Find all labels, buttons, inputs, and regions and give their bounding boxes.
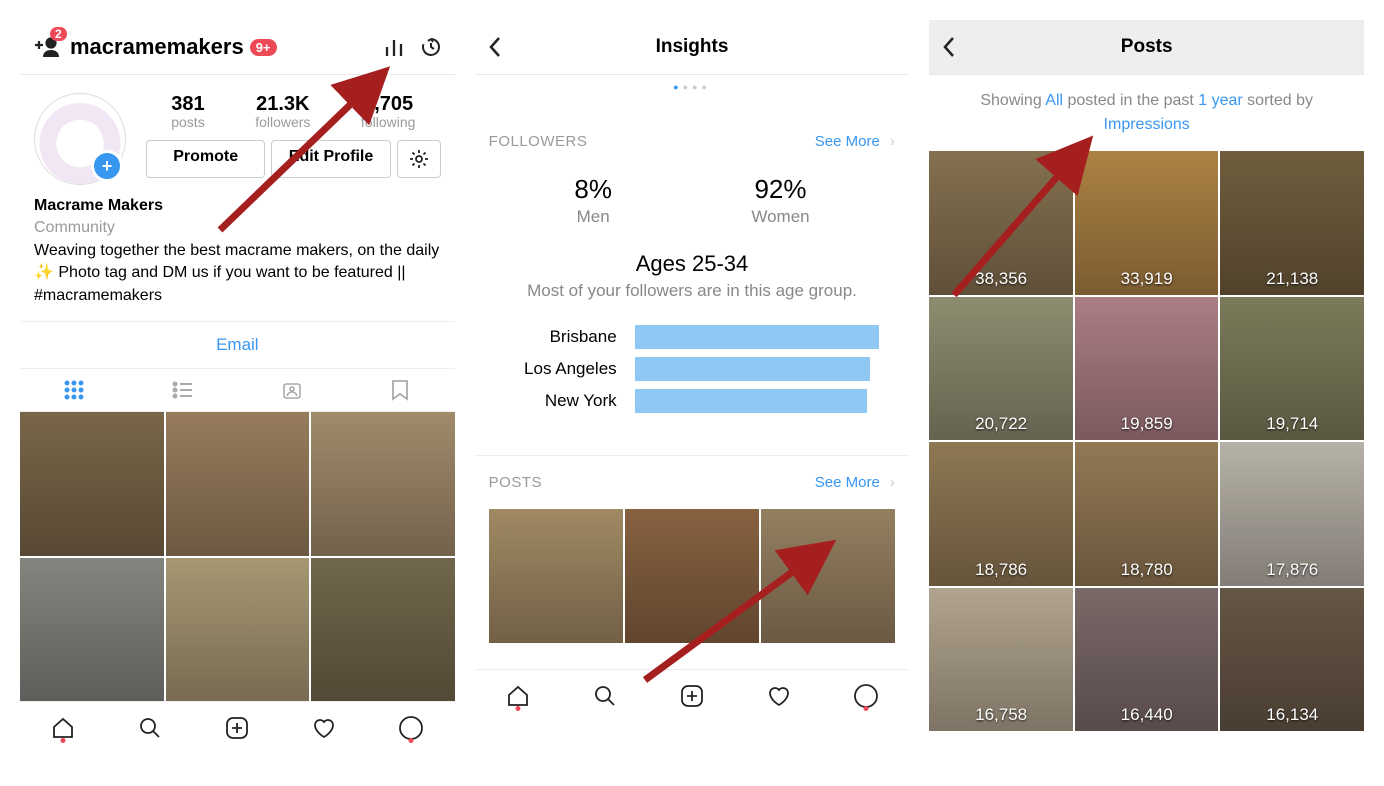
tab-list[interactable] <box>129 369 238 411</box>
post-thumb[interactable]: 21,138 <box>1220 151 1364 295</box>
impressions-count: 16,440 <box>1075 705 1219 725</box>
bottom-nav <box>20 701 455 754</box>
impressions-count: 18,786 <box>929 560 1073 580</box>
edit-profile-button[interactable]: Edit Profile <box>271 140 390 178</box>
nav-profile-icon[interactable] <box>822 683 909 709</box>
tab-tagged[interactable] <box>237 369 346 411</box>
post-thumb[interactable]: 33,919 <box>1075 151 1219 295</box>
nav-activity-icon[interactable] <box>735 683 822 709</box>
post-thumb[interactable] <box>761 509 895 643</box>
impressions-count: 19,859 <box>1075 414 1219 434</box>
tab-grid[interactable] <box>20 369 129 411</box>
impressions-count: 33,919 <box>1075 269 1219 289</box>
post-thumb[interactable] <box>20 412 164 556</box>
impressions-count: 18,780 <box>1075 560 1219 580</box>
impressions-count: 20,722 <box>929 414 1073 434</box>
nav-search-icon[interactable] <box>562 683 649 709</box>
header: Posts <box>929 20 1364 75</box>
impressions-count: 38,356 <box>929 269 1073 289</box>
post-thumb[interactable]: 18,786 <box>929 442 1073 586</box>
archive-icon[interactable] <box>419 35 443 59</box>
followers-header: FOLLOWERS See More › <box>475 115 910 168</box>
post-thumb[interactable]: 19,714 <box>1220 297 1364 441</box>
discover-people-icon[interactable]: 2 <box>32 35 62 59</box>
location-row: New York <box>475 385 910 417</box>
posts-grid: 38,35633,91921,138 20,72219,85919,714 18,7… <box>929 151 1364 731</box>
impressions-count: 21,138 <box>1220 269 1364 289</box>
username[interactable]: macramemakers <box>70 34 244 60</box>
impressions-count: 19,714 <box>1220 414 1364 434</box>
posts-header: POSTS See More › <box>475 456 910 509</box>
post-thumb[interactable]: 16,440 <box>1075 588 1219 732</box>
post-thumb[interactable]: 38,356 <box>929 151 1073 295</box>
nav-home-icon[interactable] <box>475 683 562 709</box>
gear-icon[interactable] <box>397 140 441 178</box>
post-thumb[interactable]: 17,876 <box>1220 442 1364 586</box>
seemore-followers[interactable]: See More <box>815 133 880 150</box>
impressions-count: 16,758 <box>929 705 1073 725</box>
nav-activity-icon[interactable] <box>281 715 368 741</box>
nav-add-icon[interactable] <box>194 715 281 741</box>
insights-screen: Insights ●●●● FOLLOWERS See More › 8%Men… <box>475 20 910 722</box>
posts-screen: Posts Showing All posted in the past 1 y… <box>929 20 1364 731</box>
stats-row: 381posts 21.3Kfollowers 4,705following <box>146 93 441 130</box>
header: 2 macramemakers 9+ <box>20 20 455 75</box>
bottom-nav <box>475 669 910 722</box>
page-title: Insights <box>475 36 910 58</box>
post-thumb[interactable] <box>311 412 455 556</box>
post-thumb[interactable] <box>625 509 759 643</box>
age-range: Ages 25-34 Most of your followers are in… <box>475 233 910 309</box>
post-thumb[interactable] <box>166 558 310 702</box>
tab-saved[interactable] <box>346 369 455 411</box>
page-title: Posts <box>929 36 1364 58</box>
post-thumb[interactable] <box>20 558 164 702</box>
posts-grid <box>20 412 455 701</box>
post-thumb[interactable]: 19,859 <box>1075 297 1219 441</box>
page-dots: ●●●● <box>475 82 910 92</box>
email-button[interactable]: Email <box>20 321 455 369</box>
post-thumb[interactable]: 20,722 <box>929 297 1073 441</box>
post-thumb[interactable]: 18,780 <box>1075 442 1219 586</box>
post-thumb[interactable] <box>311 558 455 702</box>
nav-search-icon[interactable] <box>107 715 194 741</box>
notification-badge[interactable]: 9+ <box>250 39 277 56</box>
post-thumb[interactable]: 16,758 <box>929 588 1073 732</box>
filter-summary[interactable]: Showing All posted in the past 1 year so… <box>929 75 1364 151</box>
avatar[interactable] <box>34 93 126 185</box>
promote-button[interactable]: Promote <box>146 140 265 178</box>
seemore-posts[interactable]: See More <box>815 474 880 491</box>
chevron-right-icon: › <box>890 474 896 491</box>
insights-icon[interactable] <box>383 36 405 58</box>
view-tabs <box>20 369 455 412</box>
post-thumb[interactable] <box>489 509 623 643</box>
location-row: Brisbane <box>475 321 910 353</box>
location-row: Los Angeles <box>475 353 910 385</box>
nav-profile-icon[interactable] <box>368 715 455 741</box>
post-previews <box>475 509 910 643</box>
impressions-count: 17,876 <box>1220 560 1364 580</box>
back-icon[interactable] <box>941 35 957 59</box>
impressions-count: 16,134 <box>1220 705 1364 725</box>
post-thumb[interactable]: 16,134 <box>1220 588 1364 732</box>
bio: Macrame Makers Community Weaving togethe… <box>20 185 455 321</box>
back-icon[interactable] <box>487 35 503 59</box>
chevron-right-icon: › <box>890 133 896 150</box>
nav-add-icon[interactable] <box>649 683 736 709</box>
header: Insights <box>475 20 910 75</box>
post-thumb[interactable] <box>166 412 310 556</box>
nav-home-icon[interactable] <box>20 715 107 741</box>
gender-split: 8%Men 92%Women <box>475 168 910 233</box>
profile-screen: 2 macramemakers 9+ 381posts 21.3Kfollowe… <box>20 20 455 754</box>
